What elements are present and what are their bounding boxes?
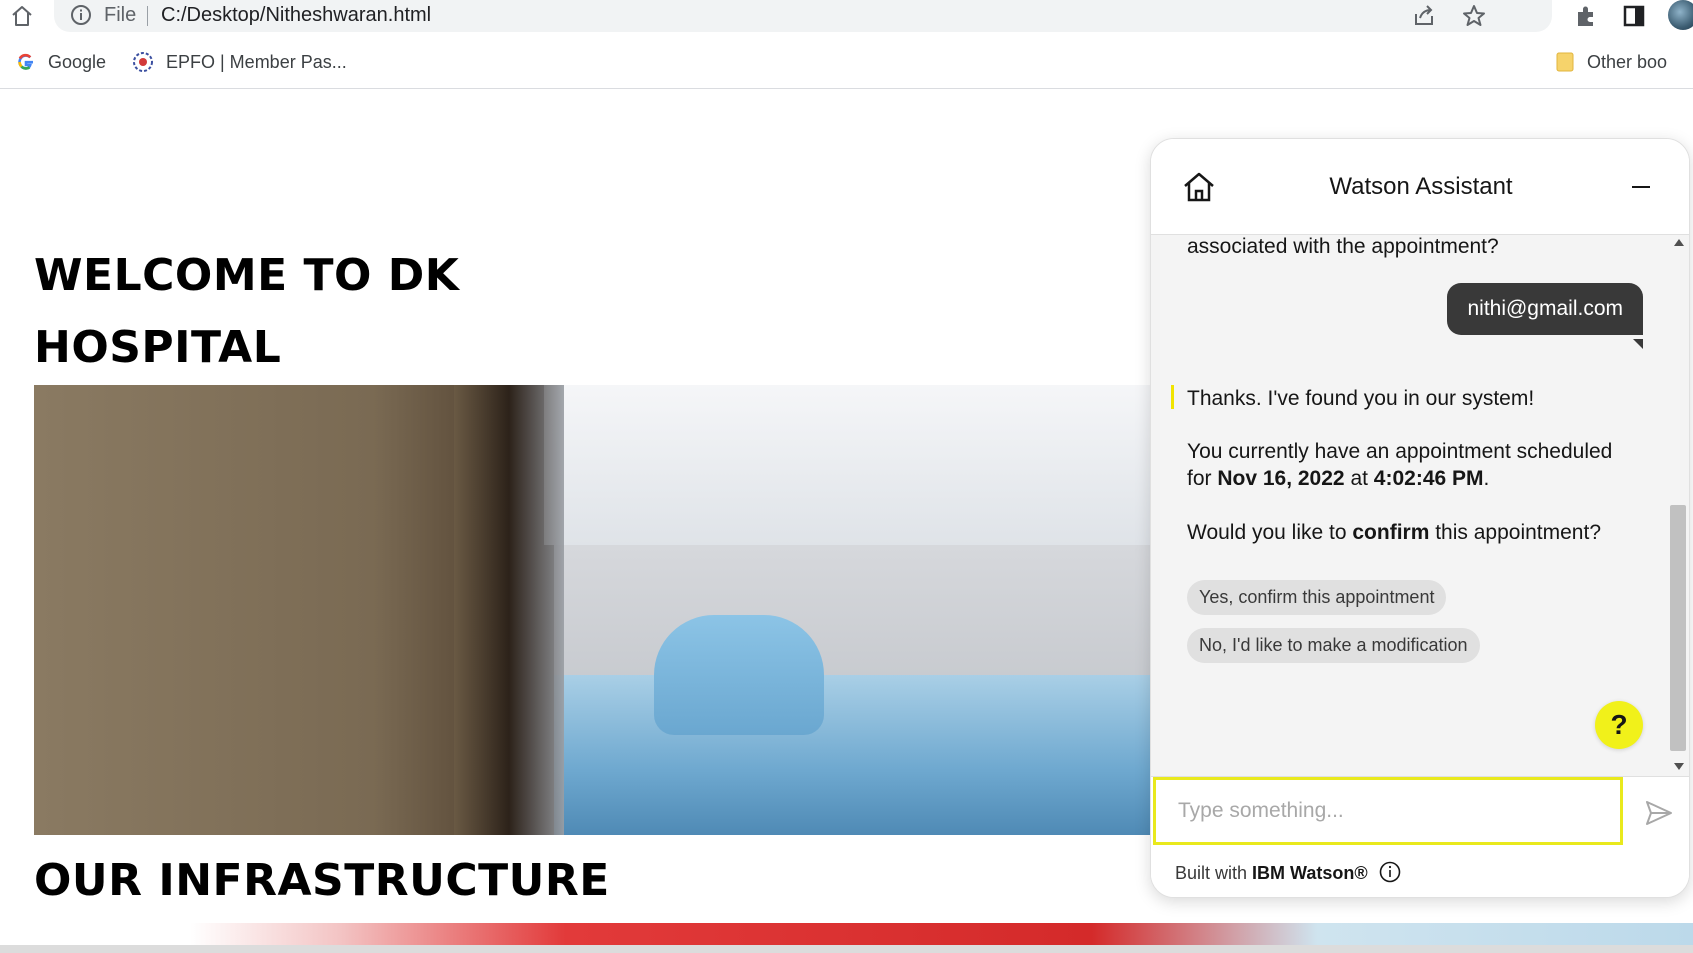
help-button[interactable]: ?: [1595, 701, 1643, 749]
url-scheme-label: File: [104, 4, 137, 26]
bookmark-label: EPFO | Member Pas...: [166, 51, 347, 72]
bot-message-previous: associated with the appointment?: [1187, 235, 1499, 258]
built-with-label: Built with IBM Watson®: [1175, 863, 1368, 884]
window-bottom-edge: [0, 945, 1693, 953]
other-bookmarks-label: Other boo: [1587, 51, 1668, 72]
bookmark-label: Google: [48, 51, 107, 72]
hospital-hero-image: [34, 385, 1164, 835]
hero-operating-table: [554, 675, 1164, 835]
side-panel-icon[interactable]: [1620, 2, 1648, 30]
profile-avatar[interactable]: [1668, 0, 1693, 30]
folder-icon: [1556, 52, 1574, 72]
bookmark-google[interactable]: Google: [16, 49, 106, 75]
info-icon[interactable]: [70, 4, 92, 26]
send-icon[interactable]: [1643, 797, 1675, 829]
other-bookmarks[interactable]: Other boo: [1555, 49, 1667, 75]
option-yes-confirm[interactable]: Yes, confirm this appointment: [1187, 580, 1447, 615]
user-message-bubble: nithi@gmail.com: [1447, 283, 1643, 335]
address-bar[interactable]: File C:/Desktop/Nitheshwaran.html: [54, 0, 1552, 32]
watson-conversation[interactable]: associated with the appointment? nithi@g…: [1151, 235, 1689, 776]
scroll-down-arrow[interactable]: [1674, 763, 1684, 770]
share-icon[interactable]: [1410, 2, 1438, 30]
watson-footer: Built with IBM Watson®: [1151, 848, 1689, 897]
extensions-puzzle-icon[interactable]: [1572, 2, 1600, 30]
scroll-up-arrow[interactable]: [1674, 239, 1684, 246]
message-input[interactable]: [1153, 777, 1623, 845]
page-headline-line1: WELCOME TO DK: [34, 250, 460, 301]
epfo-icon: [133, 52, 153, 72]
confirm-suffix: this appointment?: [1429, 521, 1601, 544]
bot-message-indicator: [1171, 385, 1174, 409]
confirm-prefix: Would you like to: [1187, 521, 1353, 544]
user-bubble-tail: [1633, 339, 1643, 349]
chrome-divider: [0, 88, 1693, 89]
url-text[interactable]: C:/Desktop/Nitheshwaran.html: [161, 4, 431, 27]
page-headline-line2: HOSPITAL: [34, 322, 282, 373]
infrastructure-image-preview: [190, 923, 1693, 945]
hero-wall: [554, 545, 1164, 685]
info-icon[interactable]: [1378, 860, 1402, 884]
bookmarks-bar: Google EPFO | Member Pas... Other boo: [0, 44, 1693, 80]
bot-message-confirm: Would you like to confirm this appointme…: [1187, 519, 1637, 546]
built-with-brand: IBM Watson®: [1252, 863, 1368, 883]
bookmark-star-icon[interactable]: [1460, 2, 1488, 30]
bot-message-found: Thanks. I've found you in our system!: [1187, 387, 1535, 410]
watson-assistant-widget: Watson Assistant associated with the app…: [1150, 138, 1690, 898]
address-divider: [147, 6, 148, 26]
google-icon: [18, 53, 33, 70]
bookmark-epfo[interactable]: EPFO | Member Pas...: [132, 49, 347, 75]
hero-ceiling: [544, 385, 1164, 545]
hero-door-frame: [454, 385, 564, 835]
scrollbar-thumb[interactable]: [1670, 505, 1686, 751]
built-with-prefix: Built with: [1175, 863, 1253, 883]
message-composer: [1151, 776, 1689, 848]
confirm-bold: confirm: [1352, 521, 1430, 544]
hero-surgeon-figure: [654, 615, 824, 735]
option-no-modify[interactable]: No, I'd like to make a modification: [1187, 628, 1480, 663]
watson-title: Watson Assistant: [1329, 173, 1513, 200]
appointment-date: Nov 16, 2022: [1217, 467, 1345, 490]
browser-toolbar: File C:/Desktop/Nitheshwaran.html: [0, 0, 1693, 36]
section-title-infrastructure: OUR INFRASTRUCTURE: [34, 855, 610, 906]
schedule-mid: at: [1344, 467, 1374, 490]
bot-message-schedule: You currently have an appointment schedu…: [1187, 438, 1637, 492]
minimize-icon[interactable]: [1632, 186, 1650, 188]
watson-header: Watson Assistant: [1151, 139, 1689, 235]
schedule-suffix: .: [1483, 467, 1490, 490]
appointment-time: 4:02:46 PM: [1373, 467, 1484, 490]
browser-home-icon[interactable]: [6, 2, 38, 30]
